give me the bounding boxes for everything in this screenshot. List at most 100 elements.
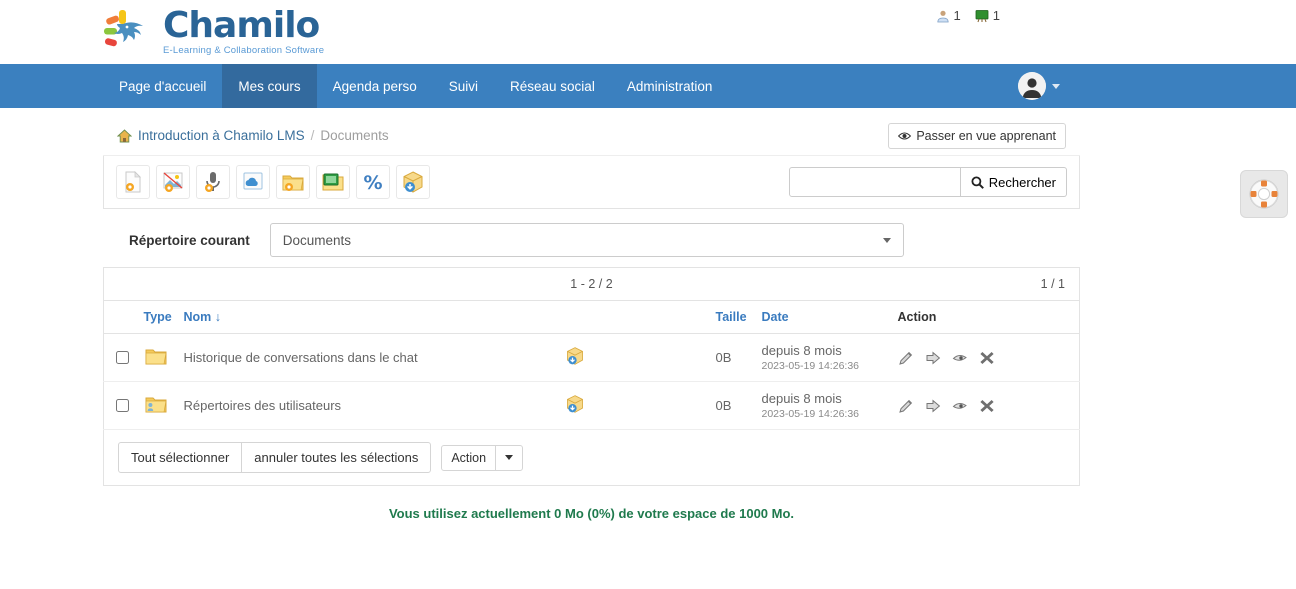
unselect-all-button[interactable]: annuler toutes les sélections: [241, 442, 432, 473]
move-icon: [926, 399, 940, 412]
table-row: Historique de conversations dans le chat…: [103, 333, 1080, 382]
row-download-cell[interactable]: [441, 333, 708, 382]
table-header-row: Type Nom ↓ Taille Date Action: [103, 301, 1080, 334]
user-menu[interactable]: [1018, 64, 1060, 108]
delete-icon: [979, 351, 994, 364]
column-size[interactable]: Taille: [707, 301, 754, 334]
directory-select-value: Documents: [282, 232, 352, 248]
package-download-icon: [403, 171, 423, 193]
visibility-button[interactable]: [952, 350, 968, 366]
visibility-icon: [952, 354, 967, 361]
top-stats: 1 1: [936, 8, 1000, 23]
row-actions: [898, 350, 1072, 366]
row-date-relative: depuis 8 mois: [761, 343, 842, 358]
breadcrumb: Introduction à Chamilo LMS / Documents: [117, 128, 389, 143]
courses-stat[interactable]: 1: [975, 8, 1000, 23]
nav-item-agenda[interactable]: Agenda perso: [317, 64, 433, 108]
image-gear-icon: [163, 172, 183, 192]
nav-item-my-courses[interactable]: Mes cours: [222, 64, 317, 108]
search-button[interactable]: Rechercher: [960, 167, 1067, 197]
home-icon: [117, 128, 132, 142]
row-type-cell: [135, 333, 176, 382]
row-select-cell: [103, 333, 136, 382]
row-select-cell: [103, 381, 136, 430]
chamilo-logo-text: Chamilo E-Learning & Collaboration Softw…: [163, 8, 324, 56]
pagination-pages: 1 / 1: [1040, 277, 1065, 291]
upload-document-button[interactable]: [396, 165, 430, 199]
users-online-stat[interactable]: 1: [936, 8, 961, 23]
row-checkbox[interactable]: [116, 351, 129, 364]
action-dropdown-toggle[interactable]: [495, 444, 524, 471]
row-name-cell[interactable]: Répertoires des utilisateurs: [175, 381, 442, 430]
current-directory-label: Répertoire courant: [129, 232, 250, 248]
avatar: [1018, 72, 1046, 100]
create-document-button[interactable]: [116, 165, 150, 199]
pagination-range: 1 - 2 / 2: [570, 277, 613, 291]
search-icon: [971, 176, 984, 189]
package-download-icon: [566, 395, 583, 413]
column-name[interactable]: Nom ↓: [175, 301, 708, 334]
row-date-exact: 2023-05-19 14:26:36: [761, 360, 860, 372]
row-download-cell[interactable]: [441, 381, 708, 430]
row-date-relative: depuis 8 mois: [761, 391, 842, 406]
svg-text:%: %: [363, 172, 382, 194]
nav-item-reporting[interactable]: Suivi: [433, 64, 494, 108]
record-audio-button[interactable]: [196, 165, 230, 199]
column-action: Action: [889, 301, 1080, 334]
chevron-down-icon: [505, 455, 514, 460]
nav-item-administration[interactable]: Administration: [611, 64, 729, 108]
templates-button[interactable]: %: [356, 165, 390, 199]
row-name-label: Répertoires des utilisateurs: [183, 398, 342, 413]
search-input[interactable]: [788, 167, 961, 197]
help-button[interactable]: [1240, 170, 1288, 218]
breadcrumb-course-link[interactable]: Introduction à Chamilo LMS: [138, 128, 305, 143]
folder-gear-icon: [282, 175, 304, 191]
cloud-link-button[interactable]: [236, 165, 270, 199]
nav-items: Page d'accueil Mes cours Agenda perso Su…: [103, 64, 728, 108]
table-row: Répertoires des utilisateurs 0B depuis 8…: [103, 381, 1080, 430]
document-gear-icon: [125, 171, 141, 193]
student-view-button[interactable]: Passer en vue apprenant: [888, 122, 1066, 149]
documents-table-head: Type Nom ↓ Taille Date Action: [103, 301, 1080, 334]
move-button[interactable]: [925, 398, 941, 414]
record-video-button[interactable]: [316, 165, 350, 199]
courses-count: 1: [992, 8, 1000, 23]
move-button[interactable]: [925, 350, 941, 366]
chamilo-logo-mark: [103, 8, 159, 56]
edit-icon: [898, 399, 912, 413]
documents-toolbar: % Rechercher: [103, 156, 1080, 209]
student-view-label: Passer en vue apprenant: [916, 128, 1056, 143]
page-root: Chamilo E-Learning & Collaboration Softw…: [0, 0, 1296, 589]
column-type[interactable]: Type: [135, 301, 176, 334]
folder-users-icon: [145, 397, 166, 413]
row-checkbox[interactable]: [116, 399, 129, 412]
documents-table: Type Nom ↓ Taille Date Action Historique…: [103, 301, 1080, 430]
pagination-bar: 1 - 2 / 2 1 / 1: [103, 267, 1080, 301]
row-actions-cell: [889, 381, 1080, 430]
edit-button[interactable]: [898, 350, 914, 366]
nav-item-home[interactable]: Page d'accueil: [103, 64, 222, 108]
chevron-down-icon: [882, 237, 891, 243]
directory-select[interactable]: Documents: [269, 223, 904, 257]
create-drawing-button[interactable]: [156, 165, 190, 199]
current-directory-row: Répertoire courant Documents: [103, 209, 1080, 267]
create-folder-button[interactable]: [276, 165, 310, 199]
delete-button[interactable]: [979, 398, 995, 414]
action-button[interactable]: Action: [441, 444, 497, 471]
course-icon: [975, 9, 989, 22]
delete-button[interactable]: [979, 350, 995, 366]
nav-item-social[interactable]: Réseau social: [494, 64, 611, 108]
main-content: Introduction à Chamilo LMS / Documents P…: [0, 116, 1296, 521]
lifering-icon: [1249, 179, 1279, 209]
row-date-cell: depuis 8 mois 2023-05-19 14:26:36: [753, 381, 890, 430]
row-date-exact: 2023-05-19 14:26:36: [761, 408, 860, 420]
column-date[interactable]: Date: [753, 301, 890, 334]
edit-button[interactable]: [898, 398, 914, 414]
select-all-button[interactable]: Tout sélectionner: [118, 442, 243, 473]
breadcrumb-separator: /: [310, 128, 315, 143]
chamilo-logo[interactable]: Chamilo E-Learning & Collaboration Softw…: [103, 8, 324, 56]
visibility-button[interactable]: [952, 398, 968, 414]
top-bar: Chamilo E-Learning & Collaboration Softw…: [0, 0, 1296, 64]
row-name-cell[interactable]: Historique de conversations dans le chat: [175, 333, 442, 382]
users-online-count: 1: [953, 8, 961, 23]
